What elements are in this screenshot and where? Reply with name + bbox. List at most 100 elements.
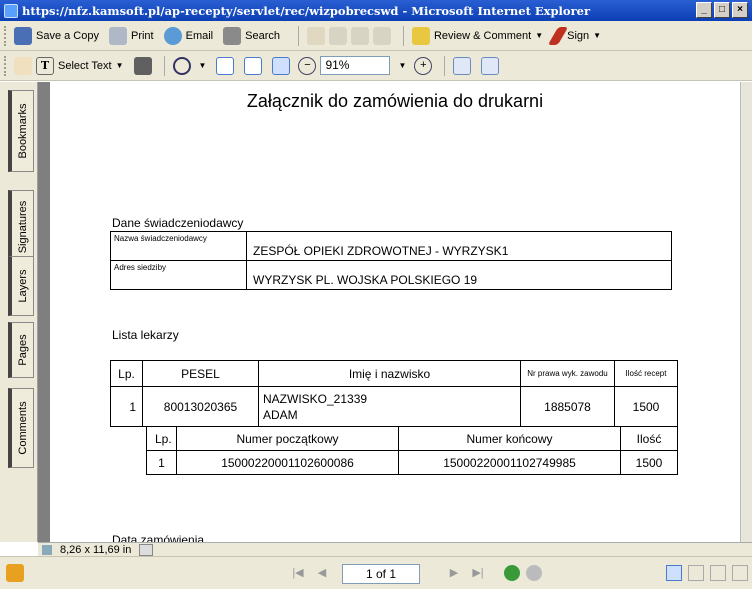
page-size-text: 8,26 x 11,69 in: [60, 543, 132, 556]
go-forward-icon[interactable]: [526, 565, 542, 581]
chevron-down-icon: ▼: [535, 31, 544, 40]
col-license: Nr prawa wyk. zawodu: [520, 360, 615, 387]
document-viewer[interactable]: Załącznik do zamówienia do drukarni Dane…: [38, 82, 740, 542]
pdf-page: Załącznik do zamówienia do drukarni Dane…: [50, 82, 740, 542]
continuous-facing-icon[interactable]: [732, 565, 748, 581]
chevron-down-icon: ▼: [593, 31, 602, 40]
email-icon: [163, 26, 182, 45]
select-text-button[interactable]: T Select Text ▼: [36, 56, 124, 75]
fit-width-icon[interactable]: [272, 56, 291, 75]
save-copy-button[interactable]: Save a Copy: [14, 26, 99, 45]
sign-label: Sign: [567, 29, 590, 42]
last-page-button[interactable]: ▶|: [470, 565, 486, 581]
clipboard-icon[interactable]: [372, 26, 391, 45]
toolbar-separator: [402, 25, 404, 46]
print-label: Print: [130, 29, 154, 42]
tab-pages-label: Pages: [16, 334, 29, 366]
file-toolbar: Save a Copy Print Email Search Review & …: [0, 21, 752, 51]
print-button[interactable]: Print: [108, 26, 154, 45]
doctor-firstname: ADAM: [263, 407, 298, 422]
undo-icon[interactable]: [328, 26, 347, 45]
sign-button[interactable]: Sign ▼: [547, 26, 602, 45]
zoom-tool-button[interactable]: ▼: [172, 56, 206, 75]
provider-section-heading: Dane świadczeniodawcy: [112, 216, 244, 230]
stamp-icon[interactable]: [306, 26, 325, 45]
page-layout-icon[interactable]: [481, 56, 500, 75]
col-range-end: Numer końcowy: [398, 426, 621, 451]
toolbar-grip[interactable]: [4, 55, 8, 76]
vertical-scrollbar[interactable]: [740, 82, 752, 542]
toolbar-grip[interactable]: [4, 25, 8, 46]
chevron-down-icon: ▼: [115, 61, 124, 70]
range-lp: 1: [146, 450, 177, 475]
col-range-start: Numer początkowy: [176, 426, 399, 451]
provider-name-value: ZESPÓŁ OPIEKI ZDROWOTNEJ - WYRZYSK1: [246, 231, 672, 261]
tab-comments-label: Comments: [16, 401, 29, 455]
tab-signatures[interactable]: Signatures: [8, 190, 34, 264]
document-title: Załącznik do zamówienia do drukarni: [246, 91, 544, 111]
col-range-count: Ilość: [620, 426, 678, 451]
hand-tool-icon[interactable]: [14, 56, 32, 75]
email-button[interactable]: Email: [163, 26, 213, 45]
next-page-button[interactable]: ▶: [446, 565, 462, 581]
save-copy-label: Save a Copy: [36, 29, 99, 42]
scroll-left-button[interactable]: [139, 543, 154, 556]
zoom-input[interactable]: 91%: [320, 56, 391, 75]
order-date-text: Data zamówienia: [112, 533, 205, 542]
minimize-button[interactable]: _: [696, 2, 712, 18]
lock-icon: [6, 564, 24, 582]
table-row: Adres siedziby WYRZYSK PL. WOJSKA POLSKI…: [110, 260, 672, 290]
first-page-button[interactable]: |◀: [290, 565, 306, 581]
search-button[interactable]: Search: [223, 26, 280, 45]
facing-icon[interactable]: [710, 565, 726, 581]
tab-layers[interactable]: Layers: [8, 256, 34, 316]
tab-signatures-label: Signatures: [16, 200, 29, 254]
snapshot-icon[interactable]: [133, 56, 152, 75]
page-number-input[interactable]: 1 of 1: [342, 564, 420, 584]
redo-icon[interactable]: [350, 26, 369, 45]
review-comment-button[interactable]: Review & Comment ▼: [411, 26, 544, 45]
continuous-icon[interactable]: [688, 565, 704, 581]
tab-bookmarks[interactable]: Bookmarks: [8, 90, 34, 172]
table-row: 1 80013020365 NAZWISKO_21339 ADAM 188507…: [110, 386, 678, 427]
range-count: 1500: [620, 450, 678, 475]
col-pesel: PESEL: [142, 360, 259, 387]
expand-icon[interactable]: [42, 544, 52, 555]
go-back-icon[interactable]: [504, 565, 520, 581]
search-label: Search: [245, 29, 280, 42]
magnifier-icon: [172, 56, 191, 75]
page-size-bar: 8,26 x 11,69 in: [38, 542, 752, 556]
binoculars-icon: [223, 26, 242, 45]
doctors-table: Lp. PESEL Imię i nazwisko Nr prawa wyk. …: [110, 360, 678, 427]
doctor-license: 1885078: [520, 386, 615, 427]
review-comment-icon: [411, 26, 430, 45]
window-title: https://nfz.kamsoft.pl/ap-recepty/servle…: [22, 3, 591, 18]
col-name: Imię i nazwisko: [258, 360, 521, 387]
zoom-out-icon[interactable]: −: [298, 56, 317, 75]
zoom-in-icon[interactable]: +: [414, 56, 433, 75]
doctor-pesel: 80013020365: [142, 386, 259, 427]
single-page-icon[interactable]: [666, 565, 682, 581]
table-row: 1 15000220001102600086 15000220001102749…: [146, 450, 678, 475]
provider-address-label: Adres siedziby: [110, 260, 247, 290]
tab-pages[interactable]: Pages: [8, 322, 34, 378]
fit-page-icon[interactable]: [244, 56, 263, 75]
close-button[interactable]: ×: [732, 2, 748, 18]
toolbar-separator: [444, 55, 446, 76]
tab-comments[interactable]: Comments: [8, 388, 34, 468]
zoom-dropdown-icon[interactable]: ▼: [398, 61, 406, 70]
doctor-surname: NAZWISKO_21339: [263, 391, 368, 406]
window-title-bar: https://nfz.kamsoft.pl/ap-recepty/servle…: [0, 0, 752, 21]
review-comment-label: Review & Comment: [433, 29, 532, 42]
range-end: 15000220001102749985: [398, 450, 621, 475]
tab-layers-label: Layers: [16, 269, 29, 303]
actual-size-icon[interactable]: [216, 56, 235, 75]
previous-page-button[interactable]: ◀: [314, 565, 330, 581]
col-count: Ilość recept: [614, 360, 678, 387]
doctor-count: 1500: [614, 386, 678, 427]
printer-icon: [108, 26, 127, 45]
number-range-table: Lp. Numer początkowy Numer końcowy Ilość…: [146, 426, 678, 475]
rotate-icon[interactable]: [453, 56, 472, 75]
maximize-button[interactable]: □: [714, 2, 730, 18]
provider-name-label: Nazwa świadczeniodawcy: [110, 231, 247, 261]
